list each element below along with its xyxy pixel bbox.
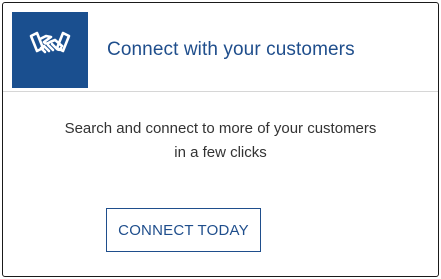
description-line-1: Search and connect to more of your custo… <box>64 120 377 137</box>
description-line-2: in a few clicks <box>174 144 267 161</box>
card-header: Connect with your customers <box>3 3 438 92</box>
connect-today-button[interactable]: CONNECT TODAY <box>106 208 261 252</box>
connect-card: Connect with your customers Search and c… <box>2 2 439 277</box>
page: Connect with your customers Search and c… <box>0 0 441 279</box>
card-title: Connect with your customers <box>107 39 355 60</box>
card-description: Search and connect to more of your custo… <box>3 117 438 165</box>
handshake-icon <box>29 31 71 54</box>
icon-tile <box>12 12 88 88</box>
